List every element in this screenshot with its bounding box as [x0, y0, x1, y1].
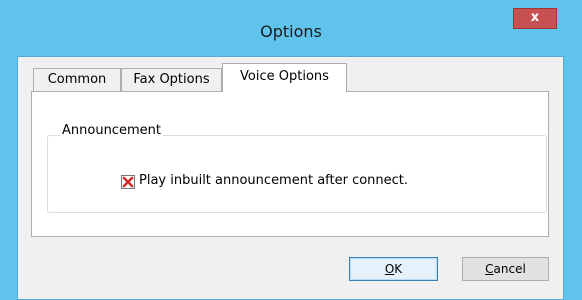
ok-accelerator: O [384, 262, 395, 276]
window-title: Options [260, 22, 322, 41]
dialog-client-area: Common Fax Options Voice Options Announc… [17, 56, 564, 300]
close-button[interactable]: x [513, 8, 557, 29]
close-icon: x [530, 10, 540, 25]
tab-label: Voice Options [240, 69, 329, 84]
title-bar[interactable]: Options x [0, 0, 582, 56]
tab-label: Common [47, 72, 107, 87]
tab-fax-options[interactable]: Fax Options [121, 68, 222, 92]
cancel-label-rest: ancel [493, 262, 526, 276]
announcement-group-label: Announcement [60, 123, 163, 138]
tab-label: Fax Options [133, 72, 210, 87]
ok-button[interactable]: OK [349, 257, 438, 281]
cancel-button[interactable]: Cancel [462, 257, 549, 281]
tab-common[interactable]: Common [33, 68, 121, 92]
cancel-accelerator: C [485, 262, 494, 276]
ok-label-rest: K [394, 262, 403, 276]
options-dialog: Options x Common Fax Options Voice Optio… [0, 0, 582, 300]
tab-voice-options[interactable]: Voice Options [222, 63, 347, 92]
voice-options-panel [31, 91, 549, 237]
play-announcement-checkbox[interactable] [121, 175, 135, 189]
play-announcement-label[interactable]: Play inbuilt announcement after connect. [139, 173, 408, 188]
x-mark-icon [122, 176, 134, 188]
